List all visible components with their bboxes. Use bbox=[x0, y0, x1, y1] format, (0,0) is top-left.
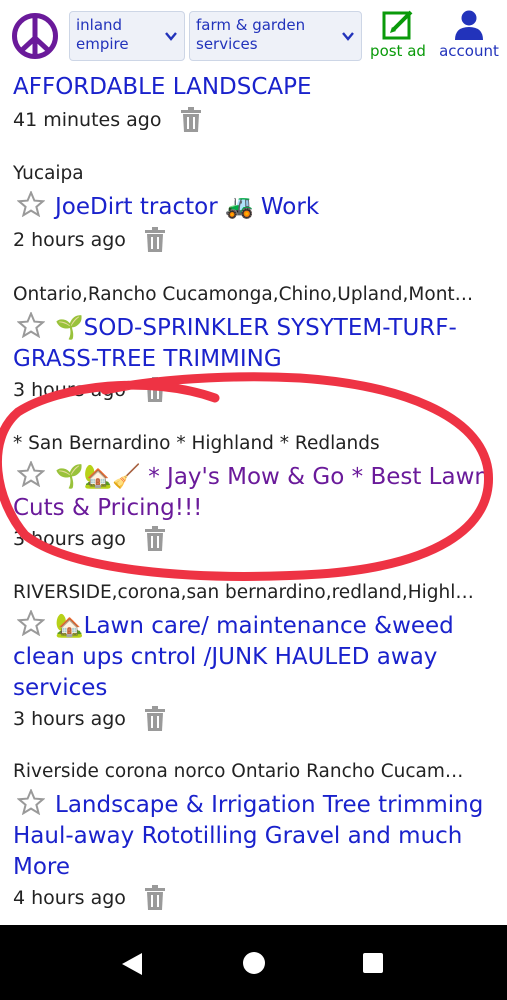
listing-time: 3 hours ago bbox=[13, 379, 126, 401]
person-icon bbox=[455, 10, 483, 40]
list-item: Riverside corona norco Ontario Rancho Cu… bbox=[13, 759, 498, 913]
listing-location: Yucaipa bbox=[13, 163, 84, 184]
listing-time: 2 hours ago bbox=[13, 229, 126, 251]
category-select-value: farm & garden services bbox=[196, 16, 306, 53]
header-bar: inland empire farm & garden services pos… bbox=[0, 0, 507, 72]
listing-title[interactable]: Landscape & Irrigation Tree trimming Hau… bbox=[13, 792, 483, 880]
chevron-down-icon bbox=[342, 32, 354, 41]
edit-icon bbox=[382, 10, 413, 40]
listing-time: 3 hours ago bbox=[13, 528, 126, 550]
back-icon[interactable] bbox=[118, 951, 144, 977]
listing-title[interactable]: 🌱🏡🧹 * Jay's Mow & Go * Best Lawn Cuts & … bbox=[13, 464, 489, 521]
trash-icon[interactable] bbox=[144, 706, 166, 732]
trash-icon[interactable] bbox=[180, 107, 202, 133]
listing-location: Riverside corona norco Ontario Rancho Cu… bbox=[13, 761, 464, 782]
listing-time: 4 hours ago bbox=[13, 887, 126, 909]
system-nav-bar bbox=[0, 925, 507, 1000]
recents-icon[interactable] bbox=[362, 952, 384, 974]
category-select[interactable]: farm & garden services bbox=[189, 11, 362, 61]
trash-icon[interactable] bbox=[144, 526, 166, 552]
trash-icon[interactable] bbox=[144, 377, 166, 403]
region-select[interactable]: inland empire bbox=[69, 11, 185, 61]
listing-location: Ontario,Rancho Cucamonga,Chino,Upland,Mo… bbox=[13, 284, 474, 305]
trash-icon[interactable] bbox=[144, 885, 166, 911]
peace-logo-icon[interactable] bbox=[11, 12, 59, 60]
list-item: Yucaipa JoeDirt tractor 🚜 Work 2 hours a… bbox=[13, 161, 498, 255]
star-icon[interactable] bbox=[17, 461, 45, 487]
account-button[interactable]: account bbox=[436, 10, 502, 64]
listing-meta: 3 hours ago bbox=[13, 704, 498, 734]
star-icon[interactable] bbox=[17, 312, 45, 338]
list-item: RIVERSIDE,corona,san bernardino,redland,… bbox=[13, 580, 498, 734]
star-icon[interactable] bbox=[17, 610, 45, 636]
listing-time: 41 minutes ago bbox=[13, 109, 162, 131]
region-select-value: inland empire bbox=[76, 16, 129, 53]
listing-time: 3 hours ago bbox=[13, 708, 126, 730]
listing-meta: 3 hours ago bbox=[13, 524, 498, 554]
star-icon[interactable] bbox=[17, 191, 45, 217]
listing-meta: 41 minutes ago bbox=[13, 105, 498, 135]
listing-meta: 2 hours ago bbox=[13, 225, 498, 255]
listing-location: RIVERSIDE,corona,san bernardino,redland,… bbox=[13, 582, 474, 603]
listing-meta: 3 hours ago bbox=[13, 375, 498, 405]
post-ad-button[interactable]: post ad bbox=[369, 10, 427, 64]
account-label: account bbox=[439, 42, 499, 60]
post-ad-label: post ad bbox=[370, 42, 426, 60]
listing-title[interactable]: 🏡Lawn care/ maintenance &weed clean ups … bbox=[13, 613, 454, 701]
list-item: Ontario,Rancho Cucamonga,Chino,Upland,Mo… bbox=[13, 282, 498, 405]
home-icon[interactable] bbox=[242, 951, 266, 975]
results-list: AFFORDABLE LANDSCAPE 41 minutes ago Yuca… bbox=[0, 72, 507, 925]
listing-title[interactable]: JoeDirt tractor 🚜 Work bbox=[55, 194, 319, 220]
list-item: AFFORDABLE LANDSCAPE 41 minutes ago bbox=[13, 72, 498, 135]
listing-location: * San Bernardino * Highland * Redlands bbox=[13, 433, 380, 454]
list-item: * San Bernardino * Highland * Redlands 🌱… bbox=[13, 431, 498, 554]
listing-title[interactable]: AFFORDABLE LANDSCAPE bbox=[13, 74, 312, 100]
star-icon[interactable] bbox=[17, 789, 45, 815]
listing-meta: 4 hours ago bbox=[13, 883, 498, 913]
chevron-down-icon bbox=[165, 32, 177, 41]
trash-icon[interactable] bbox=[144, 227, 166, 253]
listing-title[interactable]: 🌱SOD-SPRINKLER SYSYTEM-TURF-GRASS-TREE T… bbox=[13, 315, 457, 372]
